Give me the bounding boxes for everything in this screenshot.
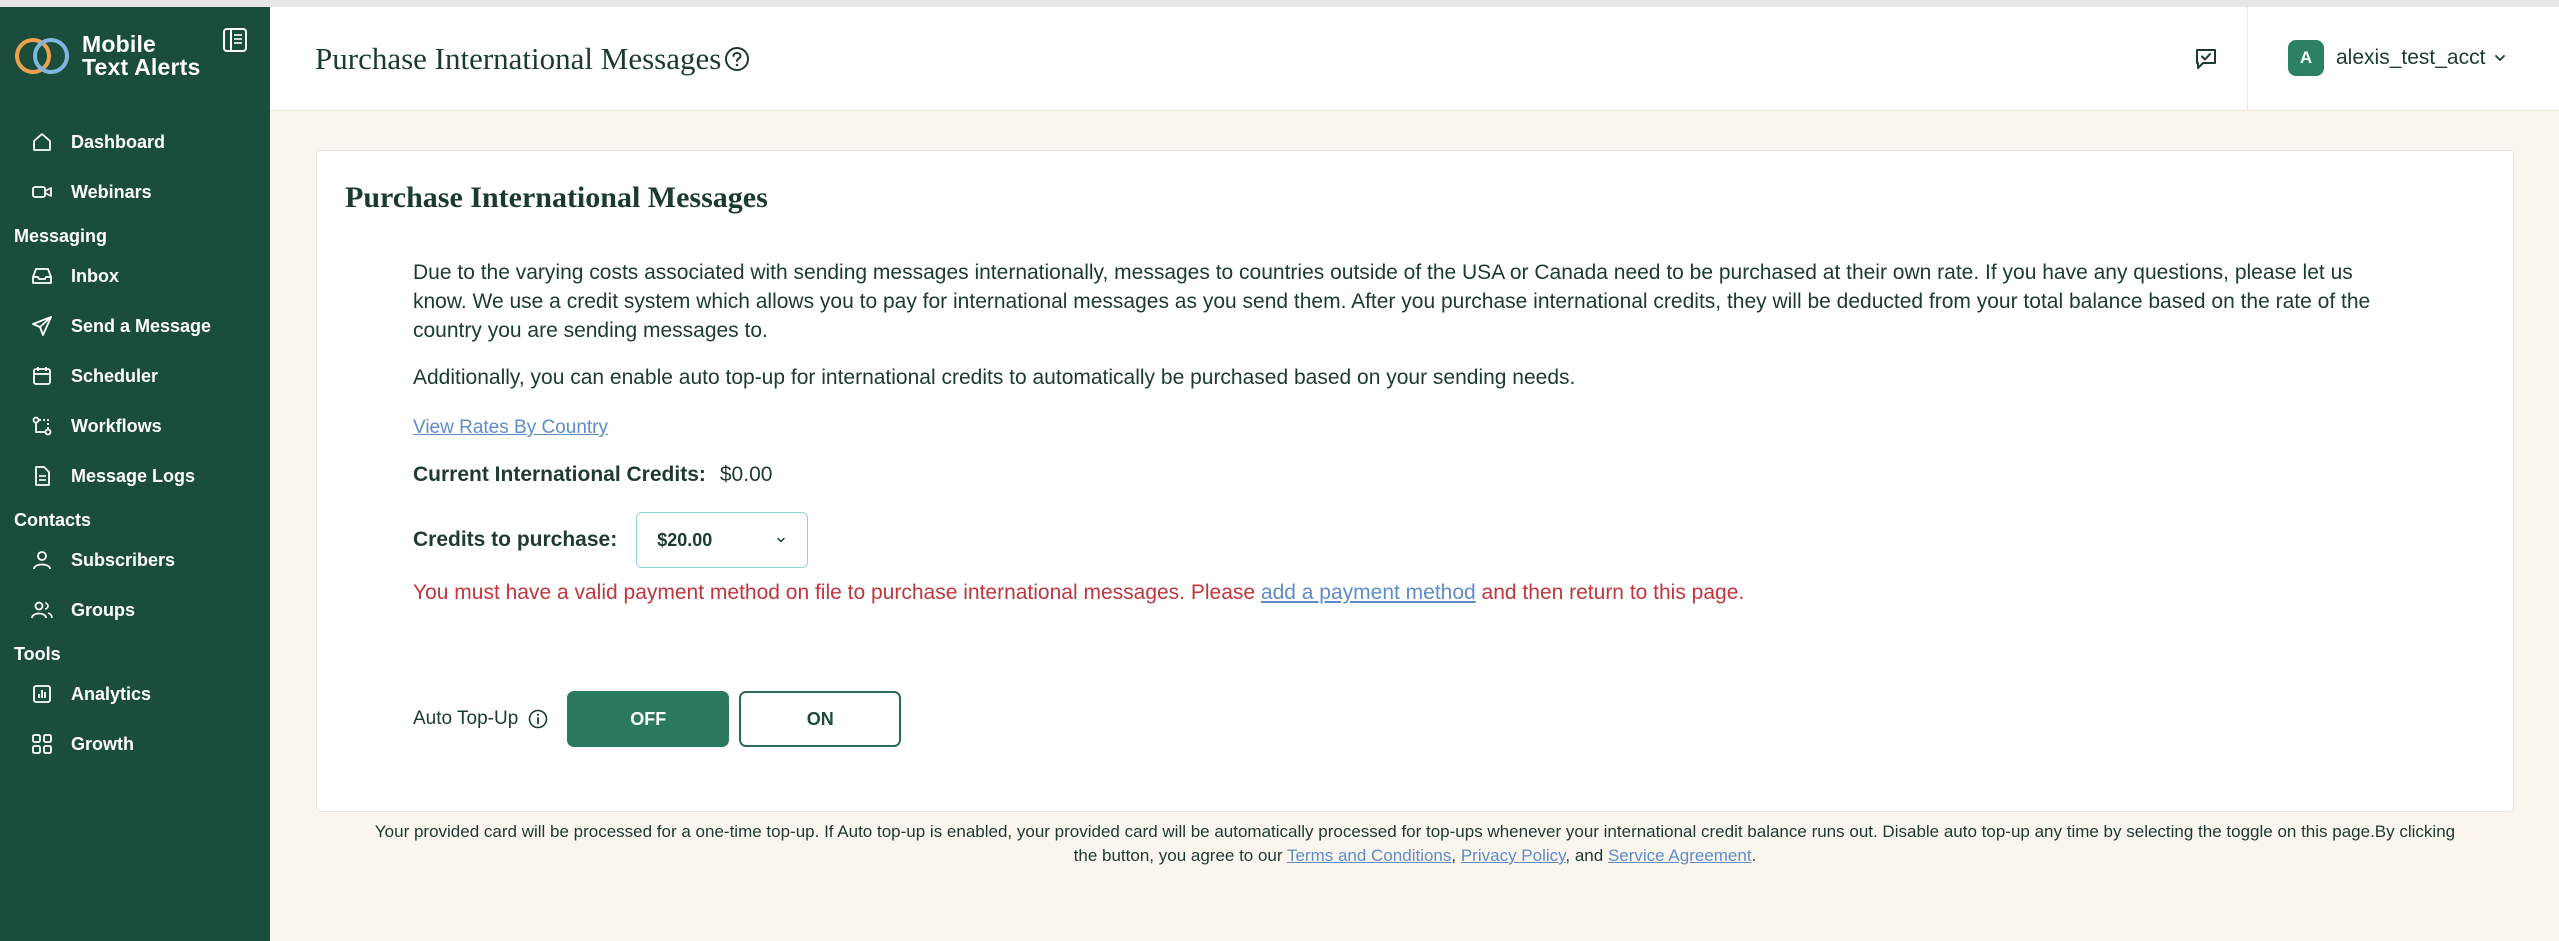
credits-to-purchase-label: Credits to purchase:	[413, 528, 618, 551]
description: Due to the varying costs associated with…	[413, 258, 2403, 392]
current-credits: Current International Credits: $0.00	[413, 463, 772, 487]
period: .	[1751, 846, 1757, 865]
send-icon	[30, 314, 54, 338]
sidebar-item-label: Groups	[71, 599, 136, 620]
sidebar-item-message-logs[interactable]: Message Logs	[0, 451, 270, 501]
chevron-down-icon	[2495, 55, 2506, 62]
sidebar-item-groups[interactable]: Groups	[0, 585, 270, 635]
sidebar-item-label: Webinars	[71, 181, 152, 202]
top-border	[0, 0, 2559, 7]
sidebar-item-label: Growth	[71, 733, 134, 754]
calendar-icon	[30, 364, 54, 388]
bar-chart-icon	[30, 682, 54, 706]
warning-text: You must have a valid payment method on …	[413, 581, 1261, 604]
auto-topup-label: Auto Top-Up	[413, 708, 519, 729]
terms-note: Your provided card will be processed for…	[370, 820, 2460, 868]
terms-link[interactable]: Terms and Conditions	[1287, 846, 1451, 865]
page-header: Purchase International Messages A alexis…	[270, 7, 2559, 111]
description-paragraph-2: Additionally, you can enable auto top-up…	[413, 366, 1576, 389]
current-credits-value: $0.00	[719, 463, 773, 486]
sidebar-nav: Dashboard Webinars Messaging Inbox Send …	[0, 117, 270, 769]
sidebar-item-label: Workflows	[71, 415, 162, 436]
inbox-icon	[30, 264, 54, 288]
card-title: Purchase International Messages	[345, 181, 768, 214]
sidebar-item-scheduler[interactable]: Scheduler	[0, 351, 270, 401]
sidebar-item-label: Scheduler	[71, 365, 159, 386]
nav-section-tools: Tools	[14, 644, 61, 664]
auto-topup-on-button[interactable]: ON	[739, 691, 902, 747]
nav-section-contacts: Contacts	[14, 510, 92, 530]
brand-mark-icon	[15, 38, 69, 74]
sidebar-item-growth[interactable]: Growth	[0, 719, 270, 769]
document-icon	[30, 464, 54, 488]
description-paragraph-1: Due to the varying costs associated with…	[413, 261, 2371, 342]
grid-icon	[30, 732, 54, 756]
sidebar: Mobile Text Alerts Dashboard Webinars Me…	[0, 7, 270, 941]
credits-amount-select[interactable]: $20.00	[636, 512, 809, 568]
sidebar-item-dashboard[interactable]: Dashboard	[0, 117, 270, 167]
video-camera-icon	[30, 180, 54, 204]
sidebar-item-label: Message Logs	[71, 465, 196, 486]
sidebar-item-label: Inbox	[71, 265, 119, 286]
user-icon	[30, 548, 54, 572]
sidebar-item-label: Send a Message	[71, 315, 212, 336]
service-agreement-link[interactable]: Service Agreement	[1608, 846, 1752, 865]
auto-topup-off-button[interactable]: OFF	[567, 691, 730, 747]
feedback-icon[interactable]	[2192, 45, 2220, 73]
user-menu[interactable]: A alexis_test_acct	[2288, 40, 2507, 76]
privacy-link[interactable]: Privacy Policy	[1461, 846, 1566, 865]
workflow-icon	[30, 414, 54, 438]
payment-warning: You must have a valid payment method on …	[413, 581, 1744, 605]
user-name: alexis_test_acct	[2336, 46, 2486, 69]
users-group-icon	[30, 598, 54, 622]
brand-name: Mobile Text Alerts	[82, 31, 201, 80]
warning-text-end: and then return to this page.	[1475, 581, 1745, 604]
view-rates-link[interactable]: View Rates By Country	[413, 417, 608, 439]
sidebar-item-analytics[interactable]: Analytics	[0, 669, 270, 719]
help-icon[interactable]	[722, 44, 752, 74]
sidebar-item-subscribers[interactable]: Subscribers	[0, 535, 270, 585]
nav-section-messaging: Messaging	[14, 226, 108, 246]
brand-logo[interactable]: Mobile Text Alerts	[14, 33, 201, 79]
current-credits-label: Current International Credits:	[413, 463, 706, 486]
header-divider	[2247, 7, 2248, 111]
sidebar-item-webinars[interactable]: Webinars	[0, 167, 270, 217]
home-icon	[30, 130, 54, 154]
info-icon[interactable]	[527, 708, 549, 730]
sidebar-item-inbox[interactable]: Inbox	[0, 251, 270, 301]
credits-amount-value: $20.00	[657, 529, 713, 550]
sidebar-item-label: Subscribers	[71, 549, 176, 570]
auto-topup-row: Auto Top-Up OFF ON	[413, 691, 902, 747]
sidebar-collapse-icon[interactable]	[222, 27, 248, 53]
credits-to-purchase: Credits to purchase: $20.00	[413, 512, 809, 568]
sidebar-item-label: Analytics	[71, 683, 152, 704]
page-title: Purchase International Messages	[315, 41, 722, 76]
sidebar-item-send-message[interactable]: Send a Message	[0, 301, 270, 351]
avatar: A	[2288, 40, 2324, 76]
separator: , and	[1565, 846, 1608, 865]
sidebar-item-workflows[interactable]: Workflows	[0, 401, 270, 451]
purchase-card: Purchase International Messages Due to t…	[316, 150, 2514, 812]
add-payment-method-link[interactable]: add a payment method	[1261, 581, 1476, 604]
sidebar-item-label: Dashboard	[71, 131, 166, 152]
chevron-down-icon	[777, 537, 785, 543]
separator: ,	[1451, 846, 1461, 865]
